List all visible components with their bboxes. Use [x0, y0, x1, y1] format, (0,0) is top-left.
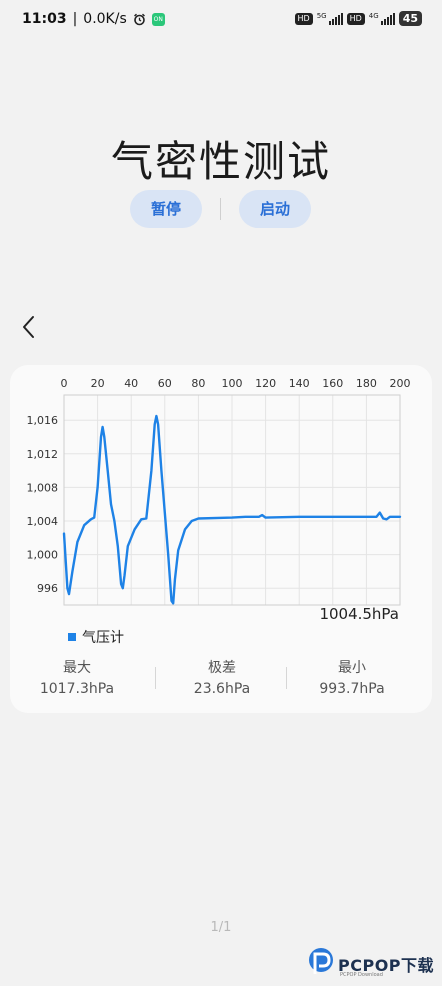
network-speed: 0.0K/s [83, 11, 127, 27]
x-tick-label: 180 [356, 377, 377, 390]
status-time: 11:03 [22, 11, 67, 27]
y-tick-label: 996 [37, 582, 58, 595]
hd-badge-1: HD [294, 12, 313, 25]
stat-range-value: 23.6hPa [193, 681, 251, 697]
y-tick-label: 1,016 [27, 414, 59, 427]
x-tick-label: 120 [255, 377, 276, 390]
x-tick-label: 80 [191, 377, 205, 390]
signal-strength-icon-2 [380, 12, 395, 25]
y-tick-label: 1,004 [27, 515, 59, 528]
stat-max: 最大 1017.3hPa [12, 657, 142, 697]
control-buttons: 暂停 启动 [0, 190, 442, 230]
stat-range: 极差 23.6hPa [157, 657, 287, 697]
stat-min-label: 最小 [338, 660, 366, 676]
pcpop-logo-icon [309, 948, 333, 974]
status-right: HD 5G HD 4G 45 [294, 11, 422, 26]
battery-icon: 45 [398, 11, 422, 26]
stat-min-value: 993.7hPa [319, 681, 385, 697]
stat-divider-1 [155, 667, 156, 689]
y-tick-label: 1,000 [27, 549, 59, 562]
stat-max-value: 1017.3hPa [39, 681, 115, 697]
page-indicator: 1/1 [210, 920, 232, 935]
x-tick-label: 60 [158, 377, 172, 390]
x-tick-label: 200 [390, 377, 411, 390]
stat-max-label: 最大 [63, 660, 91, 676]
legend-swatch [68, 633, 76, 641]
button-divider [220, 198, 221, 220]
signal-strength-icon-1 [328, 12, 343, 25]
chart-legend: 气压计 [68, 627, 124, 647]
x-tick-label: 160 [322, 377, 343, 390]
x-tick-label: 100 [222, 377, 243, 390]
y-tick-label: 1,008 [27, 481, 59, 494]
y-tick-label: 1,012 [27, 448, 59, 461]
chart-card: 0 20 40 60 80 100 120 140 160 180 200 996 1,000 1,004… [10, 365, 432, 713]
x-tick-label: 40 [124, 377, 138, 390]
stat-range-label: 极差 [208, 660, 236, 676]
current-pressure: 1004.5hPa [319, 605, 399, 623]
watermark: PCPOP下载 PCPOP Download [306, 944, 442, 986]
chevron-left-icon[interactable] [18, 313, 42, 341]
network-type-1: 5G [316, 11, 327, 20]
status-left: 11:03 | 0.0K/s ON [22, 11, 165, 27]
stats-row: 最大 1017.3hPa 极差 23.6hPa 最小 993.7hPa [10, 657, 432, 701]
pressure-chart: 0 20 40 60 80 100 120 140 160 180 200 996 1,000 1,004… [27, 377, 411, 606]
alarm-icon [133, 13, 145, 25]
x-tick-label: 140 [289, 377, 310, 390]
pause-button[interactable]: 暂停 [130, 190, 202, 228]
start-button[interactable]: 启动 [239, 190, 311, 228]
status-separator: | [72, 11, 78, 27]
status-bar: 11:03 | 0.0K/s ON HD 5G HD 4G 45 [0, 0, 442, 40]
hd-badge-2: HD [346, 12, 365, 25]
legend-label: 气压计 [82, 630, 124, 646]
network-type-2: 4G [368, 11, 379, 20]
watermark-subtext: PCPOP Download [340, 972, 383, 978]
page-title: 气密性测试 [110, 137, 331, 186]
app-notification-icon: ON [151, 12, 165, 26]
x-tick-label: 0 [61, 377, 68, 390]
stat-min: 最小 993.7hPa [287, 657, 417, 697]
x-tick-label: 20 [91, 377, 105, 390]
